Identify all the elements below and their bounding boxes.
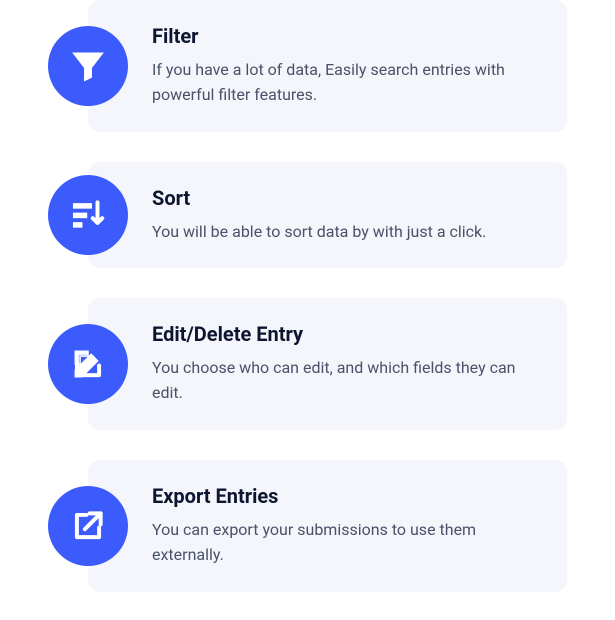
edit-icon [48,324,128,404]
feature-description: You choose who can edit, and which field… [152,356,535,406]
feature-description: You can export your submissions to use t… [152,518,535,568]
feature-title: Filter [152,24,535,48]
feature-card-sort: Sort You will be able to sort data by wi… [88,162,567,269]
feature-description: If you have a lot of data, Easily search… [152,58,535,108]
feature-card-edit: Edit/Delete Entry You choose who can edi… [88,298,567,430]
feature-card-filter: Filter If you have a lot of data, Easily… [88,0,567,132]
feature-title: Export Entries [152,484,535,508]
filter-icon [48,26,128,106]
features-list: Filter If you have a lot of data, Easily… [0,0,615,612]
feature-card-export: Export Entries You can export your submi… [88,460,567,592]
sort-icon [48,175,128,255]
feature-title: Sort [152,186,535,210]
feature-description: You will be able to sort data by with ju… [152,220,535,245]
export-icon [48,486,128,566]
feature-title: Edit/Delete Entry [152,322,535,346]
